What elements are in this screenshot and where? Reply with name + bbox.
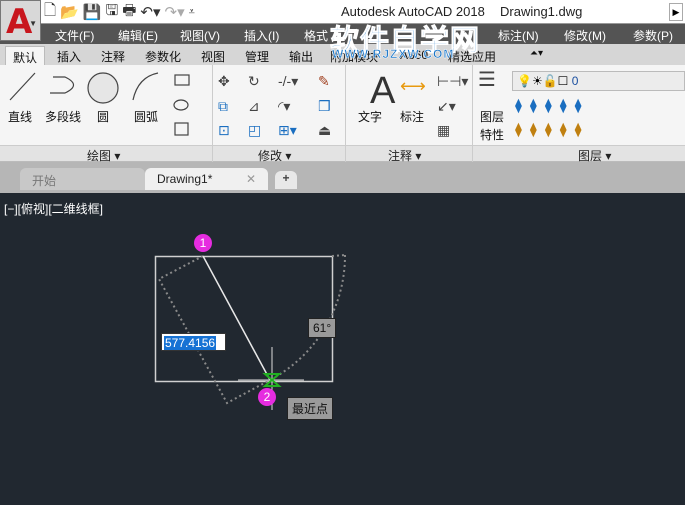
- application-menu-button[interactable]: A ▼: [0, 0, 41, 42]
- dynamic-input[interactable]: 577.4156: [161, 333, 226, 351]
- grip-marker-2: 2: [258, 388, 276, 406]
- watermark-url: WWW.RJZXW.COM: [332, 47, 455, 62]
- drawing-geometry: [154, 254, 347, 410]
- snap-tooltip: 最近点: [287, 397, 334, 420]
- angle-tooltip: 61°: [308, 318, 337, 338]
- grip-marker-1: 1: [194, 234, 212, 252]
- chevron-down-icon: ▼: [29, 19, 37, 28]
- rubber-band-line: [202, 255, 271, 381]
